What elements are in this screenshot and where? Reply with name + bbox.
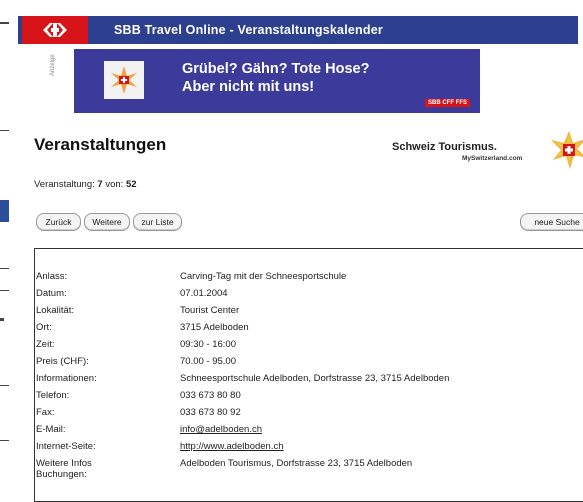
edge-mark: [0, 130, 9, 131]
ad-brand: SBB CFF FFS: [425, 99, 470, 107]
detail-value: 3715 Adelboden: [180, 322, 249, 333]
counter-total: 52: [125, 179, 137, 190]
counter-of: von:: [105, 179, 124, 190]
edge-mark: [0, 318, 4, 321]
detail-label: Informationen:: [36, 373, 97, 384]
edge-mark: [0, 290, 9, 291]
detail-label: Lokalität:: [36, 305, 75, 316]
tourism-flower-icon[interactable]: [549, 130, 583, 170]
sbb-logo[interactable]: [22, 16, 88, 44]
email-link[interactable]: info@adelboden.ch: [180, 424, 262, 435]
detail-label: Telefon:: [36, 390, 70, 401]
edge-mark: [0, 22, 9, 24]
detail-value: Carving-Tag mit der Schneesportschule: [180, 271, 347, 282]
edge-mark: [0, 440, 9, 441]
detail-label: Ort:: [36, 322, 52, 333]
detail-value: 033 673 80 92: [180, 407, 241, 418]
detail-label: Internet-Seite:: [36, 441, 96, 452]
back-button[interactable]: Zurück: [36, 213, 81, 231]
detail-value: 70.00 - 95.00: [180, 356, 236, 367]
detail-value: 07.01.2004: [180, 288, 228, 299]
next-button[interactable]: Weitere: [84, 213, 130, 231]
ad-banner[interactable]: Grübel? Gähn? Tote Hose? Aber nicht mit …: [74, 49, 480, 113]
detail-label: E-Mail:: [36, 424, 66, 435]
detail-value: Adelboden Tourismus, Dorfstrasse 23, 371…: [180, 458, 413, 469]
header-bar: SBB Travel Online - Veranstaltungskalend…: [18, 16, 578, 44]
page-title: Veranstaltungen: [34, 135, 167, 154]
left-edge-strip: [0, 0, 14, 496]
edge-blue-mark: [0, 200, 9, 222]
website-link[interactable]: http://www.adelboden.ch: [180, 441, 284, 452]
detail-value: 033 673 80 80: [180, 390, 241, 401]
detail-value: Schneesportschule Adelboden, Dorfstrasse…: [180, 373, 450, 384]
detail-label: Fax:: [36, 407, 55, 418]
counter-label: Veranstaltung:: [34, 179, 95, 190]
detail-label: Anlass:: [36, 271, 68, 282]
ad-line-2: Aber nicht mit uns!: [182, 79, 315, 95]
detail-label-line-1: Weitere Infos: [36, 458, 92, 469]
window-title: SBB Travel Online - Veranstaltungskalend…: [114, 23, 383, 37]
sbb-arrows-icon: [43, 23, 67, 37]
edge-mark: [0, 385, 9, 386]
detail-label: Weitere Infos Buchungen:: [36, 458, 92, 480]
detail-value: Tourist Center: [180, 305, 240, 316]
detail-value: 09:30 - 16:00: [180, 339, 236, 350]
new-search-button[interactable]: neue Suche: [520, 213, 583, 231]
detail-label: Preis (CHF):: [36, 356, 89, 367]
edge-mark: [0, 268, 9, 269]
counter-current: 7: [97, 179, 103, 190]
tourism-site[interactable]: MySwitzerland.com: [462, 155, 522, 162]
ad-side-label: Anzeige: [50, 54, 56, 76]
detail-label: Zeit:: [36, 339, 55, 350]
swiss-star-icon: [104, 61, 144, 99]
event-counter: Veranstaltung: 7 von: 52: [34, 179, 137, 190]
detail-label: Datum:: [36, 288, 67, 299]
ad-line-1: Grübel? Gähn? Tote Hose?: [182, 61, 370, 77]
detail-label-line-2: Buchungen:: [36, 469, 87, 480]
list-button[interactable]: zur Liste: [133, 213, 182, 231]
tourism-name: Schweiz Tourismus.: [392, 141, 497, 153]
browser-content: SBB Travel Online - Veranstaltungskalend…: [14, 8, 583, 502]
event-details-panel: Anlass: Carving-Tag mit der Schneesports…: [34, 248, 583, 502]
